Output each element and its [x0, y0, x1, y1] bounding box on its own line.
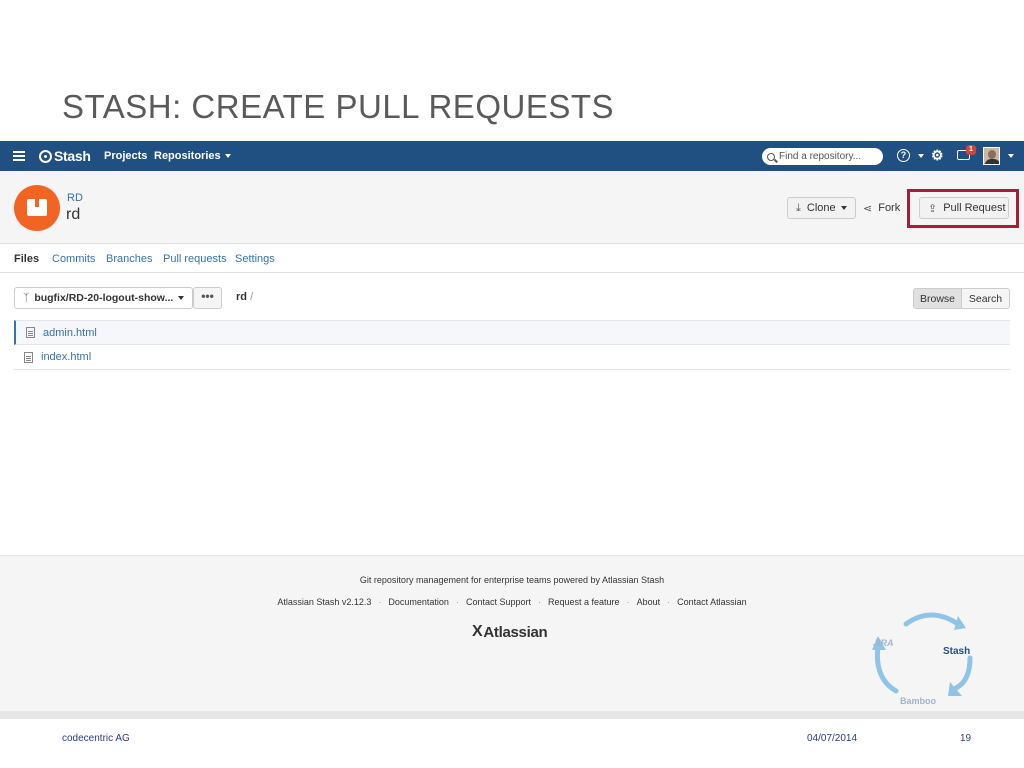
- slide-title: STASH: CREATE PULL REQUESTS: [62, 88, 615, 125]
- footer-separator: ·: [667, 597, 671, 607]
- nav-repositories-label: Repositories: [154, 150, 221, 162]
- cycle-arrow-right: [953, 655, 973, 691]
- app-header: Stash Projects Repositories Find a repos…: [0, 141, 1024, 171]
- tab-branches[interactable]: Branches: [106, 253, 152, 265]
- footer-separator: ·: [626, 597, 630, 607]
- stash-logo-text: Stash: [54, 148, 91, 164]
- browse-button[interactable]: Browse: [913, 288, 962, 309]
- user-avatar[interactable]: [983, 147, 1000, 165]
- bamboo-label: Bamboo: [900, 696, 936, 706]
- repository-name[interactable]: rd: [66, 206, 80, 224]
- stash-logo-icon: [39, 149, 52, 163]
- cycle-arrow-top: [903, 612, 961, 627]
- branch-name: bugfix/RD-20-logout-show...: [34, 292, 174, 304]
- repository-avatar[interactable]: [14, 185, 60, 231]
- atlassian-logo-text: Atlassian: [483, 623, 548, 641]
- chevron-down-icon: [840, 206, 847, 210]
- footer-separator: ·: [378, 597, 382, 607]
- footer-link-request-feature[interactable]: Request a feature: [548, 597, 620, 607]
- app-footer: Git repository management for enterprise…: [0, 555, 1024, 711]
- stash-logo[interactable]: Stash: [39, 148, 91, 164]
- tab-settings[interactable]: Settings: [235, 253, 275, 265]
- clone-button[interactable]: ⤓ Clone: [787, 197, 856, 219]
- more-actions-button[interactable]: •••: [193, 287, 222, 309]
- file-icon: [24, 351, 33, 363]
- footer-page-number: 19: [960, 733, 972, 744]
- fork-icon: ⋖: [863, 202, 873, 215]
- nav-projects[interactable]: Projects: [104, 150, 147, 162]
- branch-selector[interactable]: ᛉ bugfix/RD-20-logout-show...: [14, 287, 193, 309]
- help-icon[interactable]: ?: [897, 149, 910, 162]
- gear-icon[interactable]: ⚙: [931, 147, 944, 164]
- bottom-strip: [0, 711, 1024, 719]
- slide: STASH: CREATE PULL REQUESTS Stash Projec…: [0, 0, 1024, 768]
- tab-commits[interactable]: Commits: [52, 253, 95, 265]
- user-chevron-down-icon[interactable]: [1008, 154, 1014, 158]
- breadcrumb-repo[interactable]: rd: [236, 291, 247, 303]
- footer-link-contact-support[interactable]: Contact Support: [466, 597, 531, 607]
- footer-separator: ·: [455, 597, 459, 607]
- repository-tabs: Files Commits Branches Pull requests Set…: [0, 245, 1024, 273]
- pull-request-highlight: [907, 189, 1019, 228]
- help-chevron-down-icon[interactable]: [918, 154, 924, 158]
- footer-link-version[interactable]: Atlassian Stash v2.12.3: [277, 597, 371, 607]
- file-row[interactable]: index.html: [14, 345, 1010, 370]
- footer-date: 04/07/2014: [807, 733, 858, 744]
- tab-pull-requests[interactable]: Pull requests: [163, 253, 227, 265]
- file-name[interactable]: index.html: [41, 351, 91, 363]
- repository-search-input[interactable]: Find a repository...: [762, 148, 883, 165]
- file-row[interactable]: admin.html: [14, 320, 1010, 345]
- branch-icon: ᛉ: [23, 292, 30, 304]
- nav-repositories[interactable]: Repositories: [154, 150, 231, 162]
- footer-company: codecentric AG: [62, 733, 130, 744]
- file-name[interactable]: admin.html: [43, 327, 97, 339]
- stash-screenshot: Stash Projects Repositories Find a repos…: [0, 141, 1024, 719]
- fork-button[interactable]: ⋖ Fork: [858, 197, 908, 219]
- breadcrumb-separator: /: [250, 291, 254, 303]
- breadcrumb: rd /: [236, 291, 253, 303]
- file-icon: [26, 327, 35, 338]
- footer-tagline: Git repository management for enterprise…: [359, 575, 665, 585]
- download-icon: ⤓: [796, 201, 801, 214]
- clone-label: Clone: [806, 202, 836, 214]
- stash-label: Stash: [943, 646, 971, 657]
- footer-link-about[interactable]: About: [637, 597, 661, 607]
- footer-separator: ·: [538, 597, 541, 607]
- footer-link-contact-atlassian[interactable]: Contact Atlassian: [677, 597, 747, 607]
- search-placeholder: Find a repository...: [779, 151, 862, 162]
- jira-label: JIRA: [873, 638, 894, 648]
- chevron-down-icon: [224, 154, 231, 159]
- footer-link-documentation[interactable]: Documentation: [388, 597, 449, 607]
- cycle-arrow-left: [874, 643, 899, 694]
- atlassian-logo[interactable]: Χ Atlassian: [472, 623, 548, 641]
- notification-badge[interactable]: 1: [966, 145, 976, 155]
- atlassian-icon: Χ: [472, 623, 483, 640]
- tab-files[interactable]: Files: [14, 253, 39, 265]
- project-link[interactable]: RD: [67, 192, 83, 204]
- fork-label: Fork: [878, 202, 901, 214]
- box-icon: [27, 199, 47, 216]
- search-icon: [767, 152, 775, 161]
- chevron-down-icon: [178, 296, 185, 300]
- repository-header: RD rd ⤓ Clone ⋖ Fork ⇪ Pull Request: [0, 171, 1024, 244]
- search-button[interactable]: Search: [961, 288, 1010, 309]
- menu-icon[interactable]: [13, 151, 25, 161]
